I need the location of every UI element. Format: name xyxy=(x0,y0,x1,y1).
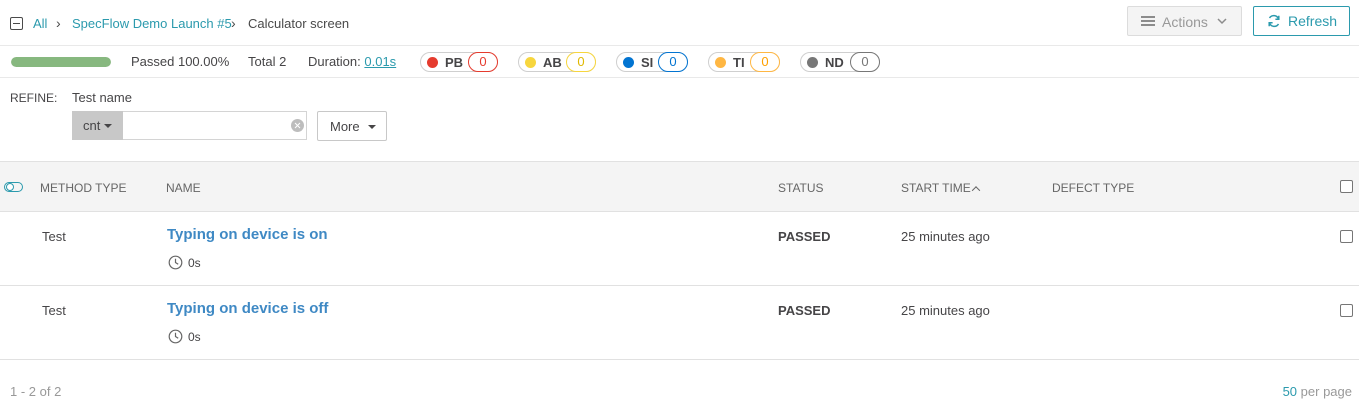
defect-count: 0 xyxy=(750,52,780,72)
per-page-value[interactable]: 50 xyxy=(1283,384,1297,399)
defect-code: TI xyxy=(733,55,745,70)
defect-count: 0 xyxy=(850,52,880,72)
status-badge: PASSED xyxy=(778,229,831,244)
column-method-type[interactable]: METHOD TYPE xyxy=(40,181,126,195)
per-page-selector: 50 per page xyxy=(1283,384,1352,399)
passed-progress-bar xyxy=(11,57,111,67)
defect-badge-nd[interactable]: ND 0 xyxy=(800,52,880,72)
column-start-time[interactable]: START TIME xyxy=(901,181,981,195)
per-page-label: per page xyxy=(1300,384,1352,399)
breadcrumb-launch[interactable]: SpecFlow Demo Launch #5 xyxy=(72,16,232,32)
total-count: Total 2 xyxy=(248,54,287,69)
test-name-link[interactable]: Typing on device is off xyxy=(167,300,328,317)
column-name[interactable]: NAME xyxy=(166,181,201,195)
condition-dropdown[interactable]: cnt xyxy=(72,111,123,140)
pagination-info: 1 - 2 of 2 xyxy=(10,384,62,399)
defect-count: 0 xyxy=(566,52,596,72)
table-header: METHOD TYPE NAME STATUS START TIME DEFEC… xyxy=(0,161,1359,212)
actions-button-label: Actions xyxy=(1162,14,1208,30)
status-badge: PASSED xyxy=(778,303,831,318)
defect-code: SI xyxy=(641,55,654,70)
more-filters-button[interactable]: More xyxy=(317,111,387,141)
breadcrumb-current: Calculator screen xyxy=(248,16,350,31)
duration-text: 0s xyxy=(188,256,201,270)
refresh-button[interactable]: Refresh xyxy=(1253,6,1350,36)
clear-icon[interactable] xyxy=(291,119,304,132)
duration-label: Duration: xyxy=(308,54,361,69)
chevron-right-icon: › xyxy=(56,15,61,31)
row-checkbox[interactable] xyxy=(1340,304,1353,317)
column-defect-type[interactable]: DEFECT TYPE xyxy=(1052,181,1134,195)
collapse-icon[interactable] xyxy=(10,17,23,30)
test-name-filter: cnt xyxy=(72,111,307,140)
defect-code: AB xyxy=(543,55,562,70)
caret-down-icon xyxy=(104,124,112,128)
defect-badge-pb[interactable]: PB 0 xyxy=(420,52,498,72)
method-type: Test xyxy=(42,303,66,318)
defect-count: 0 xyxy=(468,52,498,72)
clock-icon xyxy=(168,329,183,344)
test-name-link[interactable]: Typing on device is on xyxy=(167,226,328,243)
launch-stats-bar: Passed 100.00% Total 2 Duration: 0.01s P… xyxy=(0,46,1359,78)
method-type: Test xyxy=(42,229,66,244)
defect-count: 0 xyxy=(658,52,688,72)
passed-progress-fill xyxy=(11,57,111,67)
passed-percent: Passed 100.00% xyxy=(131,54,230,69)
start-time: 25 minutes ago xyxy=(901,229,990,244)
toggle-icon[interactable] xyxy=(4,182,23,192)
product-bug-dot-icon xyxy=(427,57,438,68)
menu-icon xyxy=(1141,16,1155,26)
condition-value: cnt xyxy=(83,118,101,133)
duration-text: 0s xyxy=(188,330,201,344)
actions-button[interactable]: Actions xyxy=(1127,6,1242,36)
breadcrumb-all[interactable]: All xyxy=(33,16,47,32)
chevron-down-icon xyxy=(1217,18,1227,25)
sort-ascending-icon xyxy=(971,186,981,195)
duration: Duration: 0.01s xyxy=(308,54,396,69)
caret-down-icon xyxy=(368,125,376,129)
column-status[interactable]: STATUS xyxy=(778,181,824,195)
no-defect-dot-icon xyxy=(807,57,818,68)
test-name-input[interactable] xyxy=(123,112,283,139)
defect-badge-si[interactable]: SI 0 xyxy=(616,52,688,72)
defect-code: ND xyxy=(825,55,844,70)
table-row: Test Typing on device is off 0s PASSED 2… xyxy=(0,286,1359,360)
filter-field-label: Test name xyxy=(72,90,132,105)
chevron-right-icon: › xyxy=(231,15,236,31)
automation-bug-dot-icon xyxy=(525,57,536,68)
row-checkbox[interactable] xyxy=(1340,230,1353,243)
launch-header: All › SpecFlow Demo Launch #5 › Calculat… xyxy=(0,0,1359,46)
refresh-icon xyxy=(1268,14,1280,28)
to-investigate-dot-icon xyxy=(715,57,726,68)
system-issue-dot-icon xyxy=(623,57,634,68)
defect-badge-ab[interactable]: AB 0 xyxy=(518,52,596,72)
refine-label: REFINE: xyxy=(10,91,58,105)
refresh-button-label: Refresh xyxy=(1288,13,1338,29)
start-time: 25 minutes ago xyxy=(901,303,990,318)
more-button-label: More xyxy=(330,119,360,134)
table-row: Test Typing on device is on 0s PASSED 25… xyxy=(0,212,1359,286)
duration-value-link[interactable]: 0.01s xyxy=(364,54,396,69)
defect-badge-ti[interactable]: TI 0 xyxy=(708,52,780,72)
defect-code: PB xyxy=(445,55,464,70)
clock-icon xyxy=(168,255,183,270)
column-start-time-label: START TIME xyxy=(901,181,971,195)
select-all-checkbox[interactable] xyxy=(1340,180,1353,193)
